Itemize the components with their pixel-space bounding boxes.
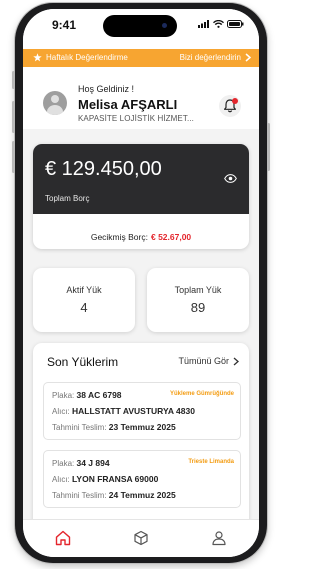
status-time: 9:41 bbox=[52, 18, 77, 32]
side-button bbox=[12, 101, 15, 133]
home-icon[interactable] bbox=[53, 528, 73, 548]
banner-title: Haftalık Değerlendirme bbox=[46, 53, 128, 62]
load-status: Yükleme Gümrüğünde bbox=[169, 391, 234, 397]
profile-icon[interactable] bbox=[209, 528, 229, 548]
overdue-debt-amount: € 52.67,00 bbox=[150, 232, 192, 242]
overdue-debt: Gecikmiş Borç: € 52.67,00 bbox=[33, 232, 249, 242]
active-loads-value: 4 bbox=[80, 300, 88, 315]
star-icon bbox=[33, 53, 42, 62]
load-status: Trieste Limanda bbox=[188, 459, 234, 465]
app-screen: 9:41 Haftalık Değerlendirme Bizi değerle… bbox=[23, 9, 259, 557]
notification-badge bbox=[232, 98, 238, 104]
side-button bbox=[12, 71, 15, 89]
eye-icon[interactable] bbox=[224, 174, 237, 183]
load-delivery: Tahmini Teslim: 23 Temmuz 2025 bbox=[52, 422, 176, 432]
total-loads-label: Toplam Yük bbox=[174, 285, 222, 295]
total-loads-value: 89 bbox=[190, 300, 206, 315]
load-buyer: Alıcı: HALLSTATT AVUSTURYA 4830 bbox=[52, 406, 195, 416]
recent-loads-section: Son Yüklerim Tümünü Gör Plaka: 38 AC 679… bbox=[33, 343, 249, 523]
side-button bbox=[267, 123, 270, 171]
rate-us-link[interactable]: Bizi değerlendirin bbox=[180, 53, 251, 62]
debt-card: € 129.450,00 Toplam Borç Gecikmiş Borç: €… bbox=[33, 144, 249, 249]
weekly-review: Haftalık Değerlendirme bbox=[33, 53, 128, 62]
active-loads-label: Aktif Yük bbox=[66, 285, 102, 295]
load-item[interactable]: Plaka: 34 J 894 Trieste Limanda Alıcı: L… bbox=[43, 450, 241, 508]
total-debt-amount: € 129.450,00 bbox=[45, 158, 162, 180]
active-loads-card[interactable]: Aktif Yük 4 bbox=[33, 268, 135, 332]
wifi-icon bbox=[213, 20, 224, 28]
signal-icon bbox=[198, 20, 209, 28]
see-all-label[interactable]: Tümünü Gör bbox=[178, 356, 229, 366]
load-plate: Plaka: 38 AC 6798 bbox=[52, 390, 122, 400]
load-item[interactable]: Plaka: 38 AC 6798 Yükleme Gümrüğünde Alı… bbox=[43, 382, 241, 440]
total-loads-card[interactable]: Toplam Yük 89 bbox=[147, 268, 249, 332]
dynamic-island bbox=[103, 15, 177, 37]
load-plate: Plaka: 34 J 894 bbox=[52, 458, 110, 468]
chevron-right-icon bbox=[233, 357, 239, 365]
recent-loads-title: Son Yüklerim bbox=[47, 355, 119, 369]
load-buyer: Alıcı: LYON FRANSA 69000 bbox=[52, 474, 159, 484]
rate-us-label[interactable]: Bizi değerlendirin bbox=[180, 53, 241, 62]
debt-summary: € 129.450,00 Toplam Borç bbox=[33, 144, 249, 214]
company-name: KAPASİTE LOJİSTİK HİZMET... bbox=[78, 114, 194, 123]
notifications-button[interactable] bbox=[219, 95, 241, 117]
side-button bbox=[12, 141, 15, 173]
bell-icon bbox=[224, 99, 236, 113]
user-avatar-icon[interactable] bbox=[43, 91, 67, 115]
phone-frame: 9:41 Haftalık Değerlendirme Bizi değerle… bbox=[12, 3, 270, 563]
box-icon[interactable] bbox=[131, 528, 151, 548]
load-delivery: Tahmini Teslim: 24 Temmuz 2025 bbox=[52, 490, 176, 500]
see-all-link[interactable]: Tümünü Gör bbox=[178, 356, 239, 366]
overdue-debt-label: Gecikmiş Borç: bbox=[90, 232, 148, 242]
total-debt-label: Toplam Borç bbox=[45, 194, 90, 203]
rating-banner[interactable]: Haftalık Değerlendirme Bizi değerlendiri… bbox=[23, 49, 259, 67]
user-name: Melisa AFŞARLI bbox=[78, 97, 178, 112]
greeting-text: Hoş Geldiniz ! bbox=[78, 84, 135, 94]
chevron-right-icon bbox=[245, 53, 251, 62]
system-icons bbox=[198, 20, 244, 28]
bottom-navigation bbox=[23, 519, 259, 557]
welcome-header: Hoş Geldiniz ! Melisa AFŞARLI KAPASİTE L… bbox=[23, 67, 259, 129]
status-bar: 9:41 bbox=[23, 9, 259, 49]
battery-icon bbox=[227, 20, 244, 28]
